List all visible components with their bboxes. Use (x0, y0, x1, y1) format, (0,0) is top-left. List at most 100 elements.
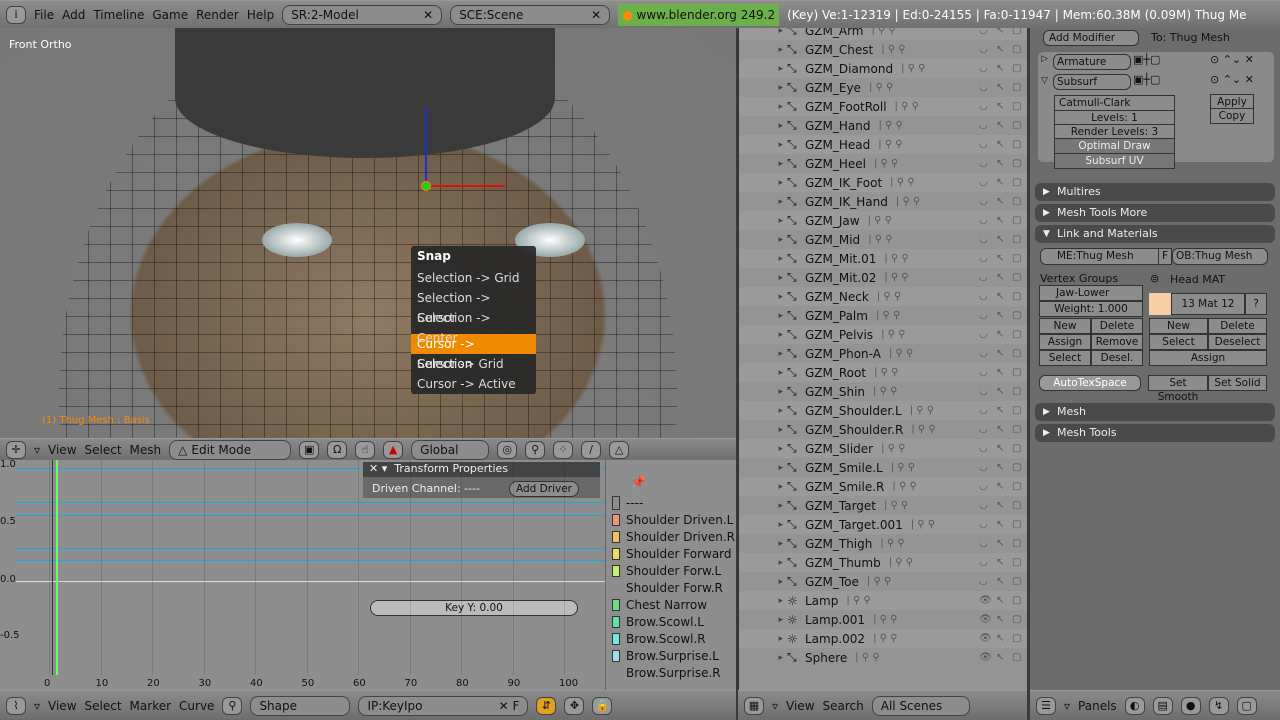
selectability-icon[interactable]: ↖ (996, 329, 1004, 340)
ipo-curve[interactable] (16, 515, 605, 516)
selectability-icon[interactable]: ↖ (996, 519, 1004, 530)
outliner-item[interactable]: ▸ ⤡ GZM_Neck | ⚲ ⚲ ◡ ↖ ▢ (739, 287, 1027, 306)
selectability-icon[interactable]: ↖ (996, 462, 1004, 473)
visibility-icon[interactable]: ◡ (979, 310, 988, 321)
expand-icon[interactable]: ▸ (739, 425, 787, 435)
outliner-item[interactable]: ▸ ⤡ Sphere | ⚲ ⚲ 👁 ↖ ▢ (739, 648, 1027, 667)
pivot-icon[interactable]: Ω (327, 440, 348, 459)
expand-icon[interactable]: ▸ (739, 121, 787, 131)
view-menu[interactable]: View (48, 699, 76, 713)
expand-icon[interactable]: ▸ (739, 444, 787, 454)
material-assign-button[interactable]: Assign (1149, 350, 1267, 366)
renderability-icon[interactable]: ▢ (1012, 481, 1021, 492)
expand-icon[interactable]: ▸ (739, 102, 787, 112)
visibility-icon[interactable]: 👁 (979, 595, 992, 606)
expand-icon[interactable]: ▸ (739, 64, 787, 74)
selectability-icon[interactable]: ↖ (996, 500, 1004, 511)
outliner[interactable]: ▸ ⤡ GZM_Arm | ⚲ ⚲ ◡ ↖ ▢ ▸ ⤡ GZM_Chest | ⚲ ⚲ ◡ ↖ ▢ ▸ ⤡ GZ… (738, 28, 1027, 690)
selectability-icon[interactable]: ↖ (996, 234, 1004, 245)
renderability-icon[interactable]: ▢ (1012, 443, 1021, 454)
channel-item[interactable]: ---- (612, 494, 643, 511)
visibility-icon[interactable]: ◡ (979, 101, 988, 112)
visibility-icon[interactable]: ◡ (979, 63, 988, 74)
editor-type-icon[interactable]: ▦ (744, 696, 764, 715)
expand-icon[interactable]: ▸ (739, 178, 787, 188)
ipo-curve-editor[interactable]: ✕ ▾ Transform Properties Driven Channel:… (0, 460, 605, 690)
expand-icon[interactable]: ▸ (739, 577, 787, 587)
expand-icon[interactable]: ▸ (739, 368, 787, 378)
help-menu[interactable]: Help (247, 8, 274, 22)
selectability-icon[interactable]: ↖ (996, 158, 1004, 169)
channel-color-swatch[interactable] (612, 598, 620, 611)
renderability-icon[interactable]: ▢ (1012, 291, 1021, 302)
outliner-item[interactable]: ▸ ⤡ GZM_FootRoll | ⚲ ⚲ ◡ ↖ ▢ (739, 97, 1027, 116)
expand-icon[interactable]: ▸ (739, 501, 787, 511)
outliner-item[interactable]: ▸ ⤡ GZM_Toe | ⚲ ⚲ ◡ ↖ ▢ (739, 572, 1027, 591)
selectability-icon[interactable]: ↖ (996, 367, 1004, 378)
object-name-field[interactable]: OB:Thug Mesh (1172, 248, 1268, 265)
outliner-item[interactable]: ▸ ⤡ GZM_Mit.02 | ⚲ ⚲ ◡ ↖ ▢ (739, 268, 1027, 287)
edge-select-icon[interactable]: / (581, 440, 602, 459)
expand-icon[interactable]: ▷ (1041, 54, 1048, 64)
zoom-icon[interactable]: ✥ (564, 696, 585, 715)
set-smooth-button[interactable]: Set Smooth (1148, 375, 1208, 403)
blender-link[interactable]: ● www.blender.org 249.2 (618, 3, 780, 26)
expand-icon[interactable]: ▸ (739, 387, 787, 397)
visibility-icon[interactable]: ◡ (979, 44, 988, 55)
set-solid-button[interactable]: Set Solid (1208, 375, 1267, 391)
outliner-item[interactable]: ▸ ⤡ GZM_Jaw | ⚲ ⚲ ◡ ↖ ▢ (739, 211, 1027, 230)
channel-item[interactable]: Shoulder Forw.L (612, 562, 721, 579)
outliner-item[interactable]: ▸ ⤡ GZM_Arm | ⚲ ⚲ ◡ ↖ ▢ (739, 28, 1027, 40)
renderability-icon[interactable]: ▢ (1012, 633, 1021, 644)
selectability-icon[interactable]: ↖ (996, 652, 1004, 663)
ipo-curve[interactable] (16, 502, 605, 503)
vertex-select-icon[interactable]: ⁘ (553, 440, 574, 459)
expand-icon[interactable]: ▸ (739, 292, 787, 302)
z-axis-arrow[interactable] (425, 108, 427, 186)
add-modifier-dropdown[interactable]: Add Modifier (1043, 30, 1139, 46)
expand-icon[interactable]: ▸ (739, 615, 787, 625)
expand-icon[interactable]: ▸ (739, 330, 787, 340)
renderability-icon[interactable]: ▢ (1012, 386, 1021, 397)
expand-icon[interactable]: ▸ (739, 634, 787, 644)
expand-icon[interactable]: ▸ (739, 520, 787, 530)
collapse-icon[interactable]: ▿ (772, 699, 778, 713)
panels-menu[interactable]: Panels (1078, 699, 1117, 713)
expand-icon[interactable]: ▸ (739, 539, 787, 549)
fake-user-button[interactable]: F (1158, 248, 1172, 265)
editor-type-icon[interactable]: ✛ (6, 440, 26, 459)
object-icon[interactable]: ↯ (1208, 696, 1229, 715)
expand-icon[interactable]: ▸ (739, 482, 787, 492)
visibility-icon[interactable]: ◡ (979, 196, 988, 207)
selectability-icon[interactable]: ↖ (996, 28, 1004, 36)
renderability-icon[interactable]: ▢ (1012, 139, 1021, 150)
outliner-item[interactable]: ▸ ⤡ GZM_Shoulder.L | ⚲ ⚲ ◡ ↖ ▢ (739, 401, 1027, 420)
renderability-icon[interactable]: ▢ (1012, 44, 1021, 55)
view-menu[interactable]: View (48, 443, 76, 457)
visibility-icon[interactable]: ◡ (979, 272, 988, 283)
panel-link-and-materials[interactable]: ▼ Link and Materials (1035, 225, 1275, 243)
expand-icon[interactable]: ▸ (739, 273, 787, 283)
material-color-swatch[interactable] (1149, 293, 1171, 315)
channel-color-swatch[interactable] (612, 649, 620, 662)
expand-icon[interactable]: ▸ (739, 406, 787, 416)
visibility-icon[interactable]: 👁 (979, 633, 992, 644)
visibility-icon[interactable]: ◡ (979, 576, 988, 587)
collapse-icon[interactable]: ▿ (1064, 699, 1070, 713)
material-deselect-button[interactable]: Deselect (1208, 334, 1267, 350)
close-icon[interactable]: ✕ (499, 699, 509, 713)
renderability-icon[interactable]: ▢ (1012, 500, 1021, 511)
material-new-button[interactable]: New (1149, 318, 1208, 334)
visibility-icon[interactable]: ◡ (979, 405, 988, 416)
armature-modifier-name[interactable]: Armature (1053, 54, 1131, 70)
visibility-icon[interactable]: ◡ (979, 139, 988, 150)
outliner-item[interactable]: ▸ ⤡ GZM_Slider | ⚲ ⚲ ◡ ↖ ▢ (739, 439, 1027, 458)
expand-icon[interactable]: ▸ (739, 235, 787, 245)
expand-icon[interactable]: ▸ (739, 463, 787, 473)
selectability-icon[interactable]: ↖ (996, 101, 1004, 112)
3d-cursor[interactable] (421, 181, 431, 191)
ipo-curve[interactable] (16, 548, 605, 549)
pin-icon[interactable]: ⚲ (222, 696, 243, 715)
move-modifier-icons[interactable]: ⊙ ⌃⌄ ✕ (1210, 53, 1254, 66)
renderability-icon[interactable]: ▢ (1012, 82, 1021, 93)
